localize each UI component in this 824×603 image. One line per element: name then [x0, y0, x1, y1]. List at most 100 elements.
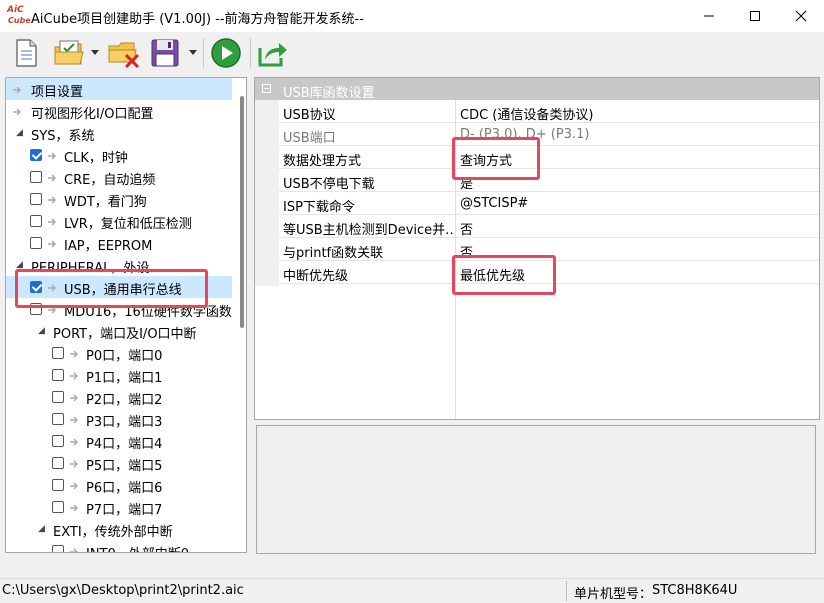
open-dropdown-arrow[interactable] — [91, 50, 99, 55]
property-name: 等USB主机检测到Device并… — [283, 223, 453, 238]
collapse-icon[interactable] — [262, 84, 271, 93]
property-row[interactable]: ISP下载命令 @STCISP# — [279, 192, 819, 215]
tree-item[interactable]: ◢ SYS，系统 — [6, 122, 232, 144]
tree-item[interactable]: P7口，端口7 — [6, 496, 232, 518]
arrow-bullet-icon — [12, 106, 22, 116]
tree-item-label: INT0，外部中断0 — [86, 543, 189, 552]
enable-checkbox[interactable] — [52, 391, 64, 403]
save-icon — [151, 39, 179, 67]
enable-checkbox[interactable] — [52, 457, 64, 469]
arrow-bullet-icon — [12, 84, 22, 94]
tree-item[interactable]: ◢ PORT，端口及I/O口中断 — [6, 320, 232, 342]
enable-checkbox[interactable] — [30, 149, 42, 161]
category-title: USB库函数设置 — [283, 86, 375, 101]
enable-checkbox[interactable] — [30, 215, 42, 227]
tree-item[interactable]: 可视图形化I/O口配置 — [6, 100, 232, 122]
arrow-bullet-icon — [69, 392, 79, 402]
tree-item[interactable]: LVR，复位和低压检测 — [6, 210, 232, 232]
enable-checkbox[interactable] — [52, 501, 64, 513]
tree-item[interactable]: CLK，时钟 — [6, 144, 232, 166]
enable-checkbox[interactable] — [30, 171, 42, 183]
tree-item-label: 项目设置 — [31, 85, 84, 100]
tree-item-label: P3口，端口3 — [86, 415, 163, 430]
enable-checkbox[interactable] — [52, 413, 64, 425]
property-name: 数据处理方式 — [283, 154, 362, 169]
enable-checkbox[interactable] — [52, 369, 64, 381]
enable-checkbox[interactable] — [52, 435, 64, 447]
property-value[interactable]: CDC (通信设备类协议) — [460, 104, 593, 123]
property-row[interactable]: 数据处理方式 查询方式 — [279, 146, 819, 169]
close-project-button[interactable] — [106, 36, 142, 70]
property-name: 与printf函数关联 — [283, 246, 384, 261]
arrow-bullet-icon — [69, 546, 79, 552]
property-row[interactable]: USB端口 D- (P3.0), D+ (P3.1) — [279, 123, 819, 146]
arrow-bullet-icon — [47, 150, 57, 160]
category-header[interactable]: USB库函数设置 — [255, 78, 819, 101]
tree-item[interactable]: CRE，自动追频 — [6, 166, 232, 188]
tree-item[interactable]: WDT，看门狗 — [6, 188, 232, 210]
save-button[interactable] — [148, 36, 182, 70]
tree-scrollbar[interactable] — [237, 78, 246, 552]
expand-toggle-icon[interactable]: ◢ — [16, 128, 23, 138]
tree-item[interactable]: INT0，外部中断0 — [6, 540, 232, 552]
highlight-box-usb — [15, 269, 208, 308]
tree-item[interactable]: P3口，端口3 — [6, 408, 232, 430]
property-value[interactable]: @STCISP# — [460, 196, 528, 211]
tree-item[interactable]: P5口，端口5 — [6, 452, 232, 474]
project-path: C:\Users\gx\Desktop\print2\print2.aic — [2, 583, 244, 598]
mcu-label: 单片机型号： — [574, 587, 653, 602]
minimize-icon — [704, 15, 714, 17]
tree-item[interactable]: P2口，端口2 — [6, 386, 232, 408]
export-button[interactable] — [255, 36, 291, 70]
title-bar: AiC Cube AiCube项目创建助手 (V1.00J) --前海方舟智能开… — [0, 0, 824, 32]
tree-item[interactable]: P6口，端口6 — [6, 474, 232, 496]
tree-item-label: CRE，自动追频 — [64, 173, 156, 188]
tree-item[interactable]: ◢ EXTI，传统外部中断 — [6, 518, 232, 540]
property-row[interactable]: USB协议 CDC (通信设备类协议) — [279, 100, 819, 123]
scrollbar-thumb[interactable] — [240, 96, 244, 328]
tree-item[interactable]: P4口，端口4 — [6, 430, 232, 452]
grid-gutter — [255, 100, 279, 286]
toolbar — [0, 32, 824, 74]
export-icon — [258, 43, 287, 67]
close-project-icon — [108, 42, 140, 68]
maximize-button[interactable] — [732, 0, 778, 32]
property-row[interactable]: 等USB主机检测到Device并… 否 — [279, 215, 819, 238]
minimize-button[interactable] — [686, 0, 732, 32]
enable-checkbox[interactable] — [30, 193, 42, 205]
open-project-icon — [54, 40, 84, 65]
project-tree[interactable]: 项目设置 可视图形化I/O口配置 ◢ SYS，系统 CLK，时钟 CRE，自动追频 WDT，… — [5, 77, 247, 553]
tree-item-label: LVR，复位和低压检测 — [64, 217, 192, 232]
arrow-bullet-icon — [47, 238, 57, 248]
run-button[interactable] — [208, 36, 244, 70]
enable-checkbox[interactable] — [52, 545, 64, 552]
enable-checkbox[interactable] — [52, 479, 64, 491]
property-name: ISP下载命令 — [283, 200, 355, 215]
new-button[interactable] — [10, 36, 42, 70]
tree-item[interactable]: 项目设置 — [6, 78, 232, 100]
property-name: USB协议 — [283, 108, 336, 123]
tree-item-label: P6口，端口6 — [86, 481, 163, 496]
toolbar-separator — [250, 38, 251, 68]
tree-item-label: IAP，EEPROM — [64, 239, 153, 254]
enable-checkbox[interactable] — [52, 347, 64, 359]
arrow-bullet-icon — [47, 194, 57, 204]
property-row[interactable]: USB不停电下载是 — [279, 169, 819, 192]
tree-item[interactable]: IAP，EEPROM — [6, 232, 232, 254]
tree-item[interactable]: P1口，端口1 — [6, 364, 232, 386]
tree-item[interactable]: P0口，端口0 — [6, 342, 232, 364]
property-grid: USB库函数设置 USB协议 CDC (通信设备类协议) USB端口 D- (P3.0… — [254, 77, 820, 420]
save-dropdown-arrow[interactable] — [189, 50, 197, 55]
arrow-bullet-icon — [69, 436, 79, 446]
close-button[interactable] — [778, 0, 824, 32]
enable-checkbox[interactable] — [30, 237, 42, 249]
run-icon — [211, 38, 241, 68]
expand-toggle-icon[interactable]: ◢ — [38, 524, 45, 534]
tree-item-label: CLK，时钟 — [64, 151, 128, 166]
tree-item-label: P0口，端口0 — [86, 349, 163, 364]
property-value[interactable]: 否 — [460, 219, 473, 238]
property-name: USB端口 — [283, 131, 336, 146]
expand-toggle-icon[interactable]: ◢ — [38, 326, 45, 336]
mcu-model: STC8H8K64U — [652, 583, 738, 598]
open-button[interactable] — [52, 36, 88, 70]
